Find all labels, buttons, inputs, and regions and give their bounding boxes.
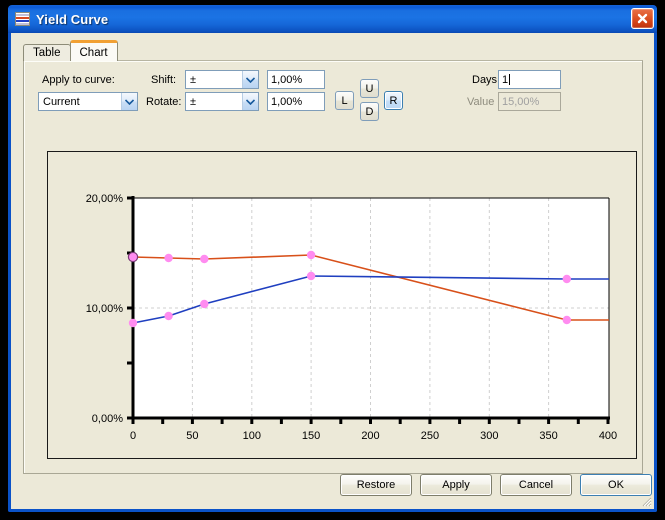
window-title: Yield Curve	[36, 11, 109, 27]
shift-amount-value: 1,00%	[271, 73, 303, 86]
value-input: 15,00%	[498, 92, 561, 111]
chart-tab-panel: Apply to curve: Current Shift: ± 1,00% R…	[23, 60, 643, 474]
ok-button-label: OK	[608, 479, 624, 491]
rotate-operator-select[interactable]: ±	[185, 92, 259, 111]
apply-button-label: Apply	[442, 479, 470, 491]
svg-text:50: 50	[186, 430, 198, 442]
nav-up-button[interactable]: U	[360, 79, 379, 98]
restore-button-label: Restore	[356, 479, 396, 491]
chevron-down-icon[interactable]	[121, 93, 137, 110]
chevron-down-icon[interactable]	[242, 71, 258, 88]
x-tick-labels: 0 50 100 150 200 250 300 350 400	[130, 430, 617, 442]
nav-right-label: R	[389, 94, 398, 107]
apply-to-curve-select[interactable]: Current	[38, 92, 138, 111]
svg-text:350: 350	[539, 430, 557, 442]
nav-down-label: D	[365, 105, 374, 118]
shift-operator-select[interactable]: ±	[185, 70, 259, 89]
days-value: 1	[502, 73, 509, 86]
svg-text:300: 300	[480, 430, 498, 442]
svg-text:200: 200	[361, 430, 379, 442]
rotate-amount-input[interactable]: 1,00%	[267, 92, 325, 111]
apply-to-curve-value: Current	[43, 95, 80, 108]
apply-to-curve-label: Apply to curve:	[42, 74, 115, 86]
chevron-down-icon[interactable]	[242, 93, 258, 110]
svg-text:10,00%: 10,00%	[86, 303, 124, 315]
dialog-button-row: Restore Apply Cancel OK	[11, 474, 654, 504]
window-titlebar[interactable]: Yield Curve	[8, 5, 657, 33]
rotate-operator-value: ±	[190, 95, 197, 108]
nav-left-label: L	[341, 94, 348, 107]
days-label: Days	[472, 74, 498, 86]
shift-amount-input[interactable]: 1,00%	[267, 70, 325, 89]
tab-table-label: Table	[33, 47, 61, 59]
shift-operator-value: ±	[190, 73, 197, 86]
restore-button[interactable]: Restore	[340, 474, 412, 496]
desktop-background: Yield Curve Table Chart Apply to curve: …	[0, 0, 665, 520]
nav-left-button[interactable]: L	[335, 91, 354, 110]
close-icon[interactable]	[631, 8, 654, 29]
svg-text:0: 0	[130, 430, 136, 442]
y-tick-labels: 20,00% 10,00% 0,00%	[86, 193, 124, 425]
shift-label: Shift:	[151, 74, 177, 86]
nav-up-label: U	[365, 82, 374, 95]
tab-chart-label: Chart	[79, 46, 108, 59]
chart-icon	[15, 12, 30, 26]
nav-down-button[interactable]: D	[360, 102, 379, 121]
svg-text:400: 400	[599, 430, 617, 442]
nav-right-button[interactable]: R	[384, 91, 403, 110]
rotate-amount-value: 1,00%	[271, 95, 303, 108]
days-input[interactable]: 1	[498, 70, 561, 89]
yield-curve-chart[interactable]: 20,00% 10,00% 0,00% 0 50 100 150 200 250…	[47, 151, 637, 459]
ok-button[interactable]: OK	[580, 474, 652, 496]
svg-text:100: 100	[243, 430, 261, 442]
tab-table[interactable]: Table	[23, 44, 71, 61]
svg-text:20,00%: 20,00%	[86, 193, 124, 205]
svg-text:0,00%: 0,00%	[92, 413, 123, 425]
rotate-label: Rotate:	[146, 96, 182, 108]
svg-text:150: 150	[302, 430, 320, 442]
cancel-button[interactable]: Cancel	[500, 474, 572, 496]
cancel-button-label: Cancel	[518, 479, 554, 491]
apply-button[interactable]: Apply	[420, 474, 492, 496]
value-value: 15,00%	[502, 95, 540, 108]
tabstrip: Table Chart	[23, 40, 118, 61]
chart-plot-svg: 20,00% 10,00% 0,00% 0 50 100 150 200 250…	[86, 193, 617, 442]
tab-chart[interactable]: Chart	[69, 40, 118, 61]
value-label: Value	[467, 96, 495, 108]
svg-text:250: 250	[421, 430, 439, 442]
resize-grip-icon[interactable]	[640, 495, 652, 507]
yield-curve-window: Yield Curve Table Chart Apply to curve: …	[8, 5, 657, 512]
